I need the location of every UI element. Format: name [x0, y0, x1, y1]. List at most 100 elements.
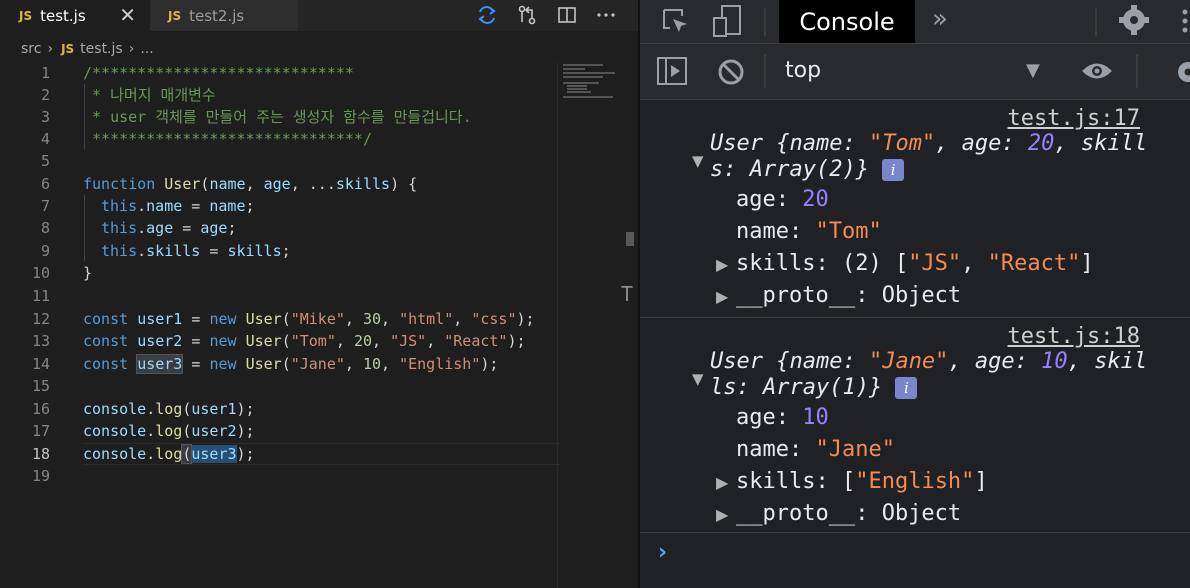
tab-label: test2.js — [189, 6, 245, 25]
code-line-14: 14 const user3 = new User("Jane", 10, "En… — [0, 353, 560, 375]
line-number: 18 — [31, 445, 50, 463]
property-name: name: "Tom" — [736, 219, 882, 244]
source-link[interactable]: test.js:18 — [1008, 324, 1140, 349]
code-line-5: 5 — [0, 150, 560, 172]
gear-icon[interactable] — [1118, 4, 1150, 36]
console-settings-gear-icon[interactable] — [1172, 58, 1190, 86]
code-text: console.log(user2); — [83, 422, 255, 440]
line-number: 10 — [31, 264, 50, 282]
source-link[interactable]: test.js:17 — [1008, 106, 1140, 131]
line-number: 7 — [40, 197, 50, 215]
expand-triangle-icon[interactable]: ▶ — [716, 287, 728, 306]
property-name: name: "Jane" — [736, 437, 895, 462]
more-actions-icon[interactable] — [595, 4, 617, 26]
context-selector[interactable]: top — [785, 58, 821, 83]
object-summary[interactable]: User {name: "Tom", age: 20, skill s: Arra… — [710, 131, 1170, 183]
kebab-menu-icon[interactable] — [1180, 8, 1190, 34]
line-number: 16 — [31, 400, 50, 418]
line-number: 17 — [31, 422, 50, 440]
expand-triangle-icon[interactable]: ▶ — [716, 473, 728, 492]
property-skills[interactable]: skills: ["English"] — [736, 469, 988, 494]
code-text: const user3 = new User("Jane", 10, "Engl… — [83, 354, 499, 374]
code-line-4: 4 ******************************/ — [0, 128, 560, 150]
line-number: 15 — [31, 377, 50, 395]
live-expression-eye-icon[interactable] — [1080, 60, 1114, 82]
js-file-icon: JS — [168, 8, 182, 23]
clear-console-icon[interactable] — [716, 57, 746, 87]
code-line-6: 6 function User(name, age, ...skills) { — [0, 173, 560, 195]
inspect-element-icon[interactable] — [660, 6, 690, 36]
code-line-19: 19 — [0, 465, 560, 487]
more-tabs-icon[interactable]: » — [932, 4, 948, 34]
breadcrumb-symbol[interactable]: ... — [140, 41, 153, 57]
code-line-10: 10} — [0, 262, 560, 284]
code-text: const user2 = new User("Tom", 20, "JS", … — [83, 332, 526, 350]
property-proto[interactable]: __proto__: Object — [736, 501, 961, 526]
tab-test2-js[interactable]: JS test2.js — [150, 0, 298, 31]
property-skills[interactable]: skills: (2) ["JS", "React"] — [736, 251, 1094, 276]
device-toolbar-icon[interactable] — [712, 4, 744, 38]
breadcrumb: src › JS test.js › ... — [0, 38, 160, 60]
code-text: function User(name, age, ...skills) { — [83, 175, 418, 193]
code-text: * user 객체를 만들어 주는 생성자 함수를 만들겁니다. — [83, 108, 472, 126]
split-editor-icon[interactable] — [556, 4, 578, 26]
line-number: 14 — [31, 355, 50, 373]
code-line-16: 16 console.log(user1); — [0, 398, 560, 420]
code-text: * 나머지 매개변수 — [83, 86, 216, 104]
expand-triangle-icon[interactable]: ▶ — [716, 505, 728, 524]
line-number: 3 — [40, 108, 50, 126]
line-number: 2 — [40, 86, 50, 104]
close-tab-icon[interactable]: ✕ — [119, 3, 136, 27]
line-number: 5 — [40, 152, 50, 170]
line-number: 12 — [31, 310, 50, 328]
code-line-11: 11 — [0, 285, 560, 307]
code-text: console.log(user1); — [83, 400, 255, 418]
line-number: 1 — [40, 64, 50, 82]
property-age: age: 20 — [736, 187, 829, 212]
info-icon: i — [895, 377, 918, 399]
panel-resize-handle[interactable]: T — [621, 282, 633, 306]
code-line-1: 1 /***************************** — [0, 62, 560, 84]
expand-triangle-icon[interactable]: ▶ — [716, 255, 728, 274]
code-line-9: 9 this.skills = skills; — [0, 240, 560, 262]
code-text: this.age = age; — [101, 219, 237, 237]
code-text: } — [83, 264, 93, 282]
code-line-3: 3 * user 객체를 만들어 주는 생성자 함수를 만들겁니다. — [0, 106, 560, 128]
devtools-panel: Console » top ▼ test.js:17 ▼ User {name:… — [638, 0, 1190, 588]
minimap[interactable] — [559, 62, 621, 102]
line-number: 11 — [31, 287, 50, 305]
code-text: this.skills = skills; — [101, 242, 291, 260]
show-sidebar-icon[interactable] — [656, 56, 688, 86]
console-prompt-icon[interactable]: › — [658, 540, 667, 565]
dropdown-arrow-icon[interactable]: ▼ — [1026, 60, 1040, 81]
code-line-18: 18 console.log(user3); — [0, 443, 560, 465]
code-text: console.log(user3); — [83, 444, 255, 464]
line-number: 4 — [40, 130, 50, 148]
breadcrumb-folder[interactable]: src — [21, 41, 41, 57]
code-text: ******************************/ — [83, 130, 372, 148]
breadcrumb-file[interactable]: test.js — [80, 41, 123, 57]
tab-test-js[interactable]: JS test.js ✕ — [0, 0, 150, 31]
collapse-triangle-icon[interactable]: ▼ — [692, 152, 704, 170]
line-number: 6 — [40, 175, 50, 193]
info-icon: i — [882, 159, 905, 181]
console-toolbar: top ▼ — [640, 44, 1190, 100]
devtools-tab-bar: Console » — [640, 0, 1190, 44]
object-summary[interactable]: User {name: "Jane", age: 10, skil ls: Arr… — [710, 349, 1170, 401]
editor-scrollbar[interactable] — [626, 232, 634, 246]
code-line-12: 12 const user1 = new User("Mike", 30, "ht… — [0, 308, 560, 330]
property-proto[interactable]: __proto__: Object — [736, 283, 961, 308]
sync-changes-icon[interactable] — [476, 4, 498, 26]
message-divider — [640, 532, 1190, 533]
open-changes-icon[interactable] — [516, 4, 538, 26]
js-file-icon: JS — [19, 8, 33, 23]
line-number: 19 — [31, 467, 50, 485]
code-line-15: 15 — [0, 375, 560, 397]
code-line-7: 7 this.name = name; — [0, 195, 560, 217]
tab-console[interactable]: Console — [779, 0, 915, 43]
collapse-triangle-icon[interactable]: ▼ — [692, 370, 704, 388]
chevron-right-icon: › — [47, 41, 54, 57]
console-message: test.js:17 ▼ User {name: "Tom", age: 20,… — [640, 100, 1190, 316]
js-file-icon: JS — [61, 42, 75, 56]
code-text: /***************************** — [83, 64, 354, 82]
